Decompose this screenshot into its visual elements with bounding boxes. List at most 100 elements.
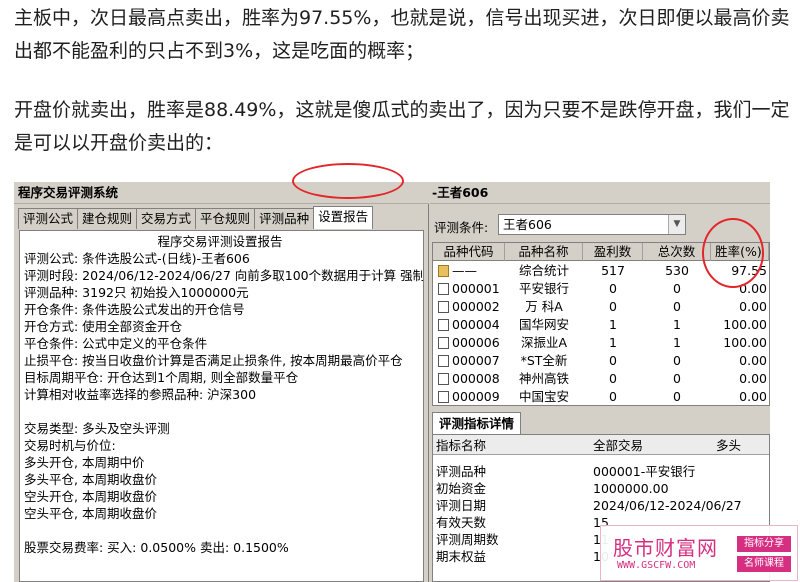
cell-text: 0	[673, 299, 681, 314]
report-line: 开仓方式: 使用全部资金开仓	[24, 319, 183, 334]
software-screenshot: 程序交易评测系统 评测公式 建仓规则 交易方式 平仓规则 评测品种 设置报告 程…	[14, 182, 770, 582]
detail-col-all: 全部交易	[593, 438, 644, 453]
cell-text: 0.00	[739, 371, 767, 386]
report-line: 开仓条件: 条件选股公式发出的开仓信号	[24, 302, 245, 317]
report-line: 交易时机与价位:	[24, 438, 116, 453]
cell-text: 深振业A	[520, 335, 568, 350]
detail-col-name: 指标名称	[436, 438, 487, 453]
cell-name: 深振业A	[505, 334, 583, 352]
cell-text: 1	[609, 317, 617, 332]
table-row[interactable]: 000002 万 科A 0 0 0.00	[433, 298, 769, 316]
cell-rate: 0.00	[711, 298, 769, 316]
cell-total: 0	[643, 280, 711, 298]
cell-name: 综合统计	[505, 262, 583, 280]
tab-open-rules[interactable]: 建仓规则	[77, 208, 138, 229]
cell-code: 000007	[433, 352, 505, 370]
table-row[interactable]: 000009 中国宝安 0 0 0.00	[433, 388, 769, 406]
cell-profit: 517	[583, 262, 643, 280]
table-row[interactable]: 000006 深振业A 1 1 100.00	[433, 334, 769, 352]
col-profit-header[interactable]: 盈利数	[583, 243, 643, 261]
cell-text: 中国宝安	[518, 389, 569, 404]
cell-profit: 0	[583, 352, 643, 370]
cell-text: 517	[601, 263, 625, 278]
cell-text: 000006	[452, 335, 500, 350]
table-row[interactable]: 000004 国华网安 1 1 100.00	[433, 316, 769, 334]
report-line: 评测品种: 3192只 初始投入1000000元	[24, 285, 249, 300]
cell-text: 000007	[452, 353, 500, 368]
document-icon	[438, 355, 449, 367]
cell-total: 0	[643, 352, 711, 370]
cell-total: 0	[643, 388, 711, 406]
cell-rate: 0.00	[711, 370, 769, 388]
article-paragraph-2: 开盘价就卖出，胜率是88.49%，这就是傻瓜式的卖出了，因为只要不是跌停开盘，我…	[14, 99, 790, 154]
cell-text: 0	[609, 371, 617, 386]
tab-instruments[interactable]: 评测品种	[254, 208, 315, 229]
cell-text: 100.00	[723, 317, 767, 332]
detail-metric-name: 评测周期数	[436, 532, 499, 547]
tab-settings-report[interactable]: 设置报告	[313, 206, 374, 229]
evaluation-system-window: 程序交易评测系统 评测公式 建仓规则 交易方式 平仓规则 评测品种 设置报告 程…	[14, 182, 429, 582]
report-line: 空头开仓, 本周期收盘价	[24, 489, 157, 504]
cell-rate: 100.00	[711, 316, 769, 334]
cell-profit: 0	[583, 388, 643, 406]
folder-icon	[438, 265, 449, 277]
table-row[interactable]: 000008 神州高铁 0 0 0.00	[433, 370, 769, 388]
result-window-title: -王者606	[430, 182, 770, 204]
cell-text: 综合统计	[518, 263, 569, 278]
report-line: 止损平仓: 按当日收盘价计算是否满足止损条件, 按本周期最高价平仓	[24, 353, 403, 368]
col-code-header[interactable]: 品种代码	[433, 243, 505, 261]
annotation-circle	[702, 218, 764, 288]
document-icon	[438, 301, 449, 313]
cell-profit: 1	[583, 334, 643, 352]
detail-col-long: 多头	[716, 438, 742, 453]
cell-total: 0	[643, 298, 711, 316]
watermark-badge: 名师课程	[737, 556, 791, 572]
report-line: 评测时段: 2024/06/12-2024/06/27 向前多取100个数据用于…	[24, 268, 424, 283]
cell-text: 0	[673, 389, 681, 404]
watermark: 股市财富网 WWW.GSCFW.COM 指标分享 名师课程	[600, 525, 798, 581]
document-icon	[438, 283, 449, 295]
cell-text: 0	[609, 353, 617, 368]
tab-trade-mode[interactable]: 交易方式	[136, 208, 197, 229]
detail-header: 指标名称 全部交易 多头	[433, 435, 769, 455]
report-title: 程序交易评测设置报告	[157, 234, 283, 249]
table-row[interactable]: 000007 *ST全新 0 0 0.00	[433, 352, 769, 370]
cell-code: 000008	[433, 370, 505, 388]
report-line: 多头平仓, 本周期收盘价	[24, 472, 157, 487]
cell-text: 0	[609, 281, 617, 296]
cell-text: 530	[665, 263, 689, 278]
tab-close-rules[interactable]: 平仓规则	[195, 208, 256, 229]
cell-name: *ST全新	[505, 352, 583, 370]
report-line: 目标周期平仓: 开仓达到1个周期, 则全部数量平仓	[24, 370, 299, 385]
detail-metric-name: 评测品种	[436, 464, 487, 479]
cell-text: 万 科A	[525, 299, 563, 314]
cell-profit: 0	[583, 370, 643, 388]
col-name-header[interactable]: 品种名称	[505, 243, 583, 261]
cell-rate: 0.00	[711, 388, 769, 406]
detail-metric-name: 期末权益	[436, 549, 487, 564]
detail-metric-value: 1000000.00	[593, 481, 669, 496]
cell-name: 中国宝安	[505, 388, 583, 406]
cell-text: 0	[673, 353, 681, 368]
col-total-header[interactable]: 总次数	[643, 243, 711, 261]
cell-text: *ST全新	[520, 353, 568, 368]
cell-profit: 0	[583, 298, 643, 316]
tab-formula[interactable]: 评测公式	[18, 208, 79, 229]
detail-metric-value: 2024/06/12-2024/06/27	[593, 498, 742, 513]
report-line: 计算相对收益率选择的参照品种: 沪深300	[24, 387, 257, 402]
cell-text: 国华网安	[518, 317, 569, 332]
condition-value: 王者606	[503, 217, 552, 232]
report-line: 股票交易费率: 买入: 0.0500% 卖出: 0.1500%	[24, 540, 289, 555]
cell-text: 0	[673, 371, 681, 386]
condition-select[interactable]: 王者606 ▼	[498, 214, 686, 235]
tab-metric-details[interactable]: 评测指标详情	[432, 412, 522, 434]
cell-total: 1	[643, 316, 711, 334]
chevron-down-icon[interactable]: ▼	[668, 215, 685, 234]
cell-text: 1	[673, 335, 681, 350]
cell-text: 0.00	[739, 353, 767, 368]
document-icon	[438, 319, 449, 331]
cell-text: 0	[609, 299, 617, 314]
document-icon	[438, 373, 449, 385]
detail-metric-name: 评测日期	[436, 498, 487, 513]
cell-text: 100.00	[723, 335, 767, 350]
